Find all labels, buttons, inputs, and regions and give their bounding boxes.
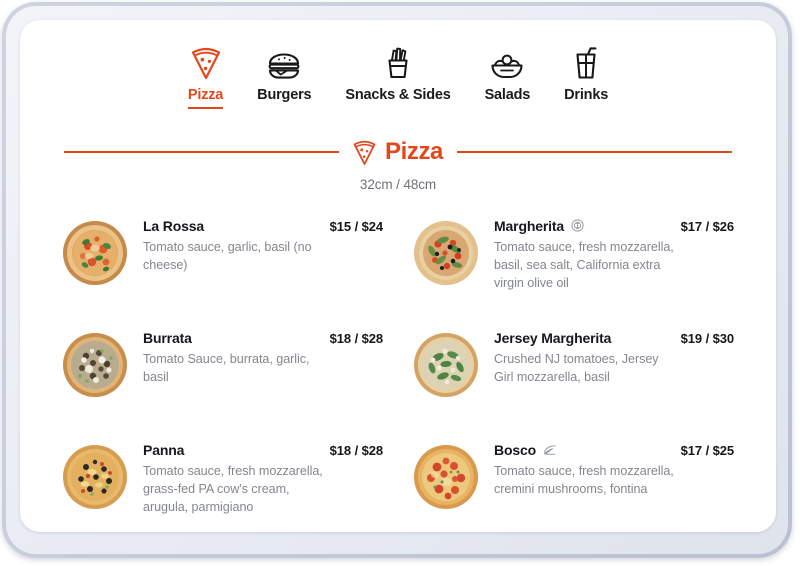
section-rule-left [64,151,339,153]
menu-item-description: Tomato Sauce, burrata, garlic, basil [143,351,310,384]
menu-item-description: Tomato sauce, fresh mozzarella, cremini … [494,463,674,496]
menu-item-name: Panna [143,441,185,458]
menu-item-description: Crushed NJ tomatoes, Jersey Girl mozzare… [494,351,659,384]
menu-item-header: Margherita $17 / $26 [494,218,734,234]
menu-item[interactable]: Burrata $18 / $28 Tomato Sauce, burrata,… [62,320,383,432]
burger-icon [267,44,301,80]
nav-tab-label: Drinks [564,87,609,103]
menu-item-body: La Rossa $15 / $24 Tomato sauce, garlic,… [143,218,383,275]
menu-grid: La Rossa $15 / $24 Tomato sauce, garlic,… [62,208,734,532]
award-medal-icon [571,219,584,232]
menu-item-body: Panna $18 / $28 Tomato sauce, fresh mozz… [143,442,383,517]
menu-item-description: Tomato sauce, fresh mozzarella, basil, s… [494,239,674,291]
section-subtitle: 32cm / 48cm [359,176,437,192]
menu-item-header: Panna $18 / $28 [143,442,383,458]
menu-item-name: Jersey Margherita [494,329,612,346]
menu-item-price: $19 / $30 [680,330,734,346]
section-rule-right [457,151,732,153]
menu-item-thumbnail [62,220,128,286]
menu-item[interactable]: La Rossa $15 / $24 Tomato sauce, garlic,… [62,208,383,320]
menu-item[interactable]: Margherita $17 / $26 Tomato sauce, fresh… [413,208,734,320]
menu-item-title-group: Burrata [143,330,192,346]
menu-item-body: Margherita $17 / $26 Tomato sauce, fresh… [494,218,734,293]
menu-item-thumbnail [413,220,479,286]
menu-item-body: Jersey Margherita $19 / $30 Crushed NJ t… [494,330,734,387]
nav-tab-burgers[interactable]: Burgers [255,44,313,109]
category-nav: Pizza Burgers Snacks & Sides Salads Drin… [20,20,776,109]
menu-item-thumbnail [62,332,128,398]
menu-item-price: $15 / $24 [329,218,383,234]
menu-item-thumbnail [413,444,479,510]
menu-item-name: Bosco [494,441,537,458]
tablet-device-frame: Pizza Burgers Snacks & Sides Salads Drin… [2,2,792,558]
menu-item-header: Jersey Margherita $19 / $30 [494,330,734,346]
menu-item-body: Burrata $18 / $28 Tomato Sauce, burrata,… [143,330,383,387]
menu-item[interactable]: Bosco $17 / $25 Tomato sauce, fresh mozz… [413,432,734,532]
menu-item-header: La Rossa $15 / $24 [143,218,383,234]
nav-tab-snacks-sides[interactable]: Snacks & Sides [343,44,452,109]
menu-item-body: Bosco $17 / $25 Tomato sauce, fresh mozz… [494,442,734,499]
tablet-screen: Pizza Burgers Snacks & Sides Salads Drin… [20,20,776,532]
menu-item-title-group: Margherita [494,218,584,234]
nav-tab-label: Burgers [257,87,312,103]
nav-tab-pizza[interactable]: Pizza [186,44,225,109]
menu-item-price: $18 / $28 [329,442,383,458]
menu-item[interactable]: Panna $18 / $28 Tomato sauce, fresh mozz… [62,432,383,532]
menu-item-price: $17 / $26 [680,218,734,234]
menu-item-thumbnail [413,332,479,398]
nav-tab-label: Snacks & Sides [345,87,451,103]
menu-item-header: Bosco $17 / $25 [494,442,734,458]
menu-item-description: Tomato sauce, fresh mozzarella, grass-fe… [143,463,323,515]
nav-tab-label: Salads [484,87,531,103]
tablet-bezel: Pizza Burgers Snacks & Sides Salads Drin… [6,6,788,554]
menu-item-name: La Rossa [143,217,205,234]
menu-item[interactable]: Jersey Margherita $19 / $30 Crushed NJ t… [413,320,734,432]
nav-tab-salads[interactable]: Salads [483,44,533,109]
menu-item-thumbnail [62,444,128,510]
leaf-icon [543,444,557,456]
menu-item-description: Tomato sauce, garlic, basil (no cheese) [143,239,312,272]
menu-item-title-group: Jersey Margherita [494,330,611,346]
nav-tab-label: Pizza [187,87,223,109]
pizza-slice-icon [353,139,376,166]
salad-bowl-icon [490,44,524,80]
nav-tab-drinks[interactable]: Drinks [562,44,610,109]
menu-item-name: Burrata [143,329,192,346]
menu-item-title-group: Panna [143,442,184,458]
menu-item-name: Margherita [494,217,565,234]
section-title-group: Pizza [353,139,443,166]
fries-icon [383,44,413,80]
drink-cup-icon [573,44,599,80]
menu-item-price: $18 / $28 [329,330,383,346]
menu-item-header: Burrata $18 / $28 [143,330,383,346]
menu-item-title-group: La Rossa [143,218,204,234]
section-title: Pizza [384,138,444,166]
section-header: Pizza [64,139,732,166]
pizza-slice-icon [191,44,221,80]
menu-item-price: $17 / $25 [680,442,734,458]
menu-item-title-group: Bosco [494,442,557,458]
